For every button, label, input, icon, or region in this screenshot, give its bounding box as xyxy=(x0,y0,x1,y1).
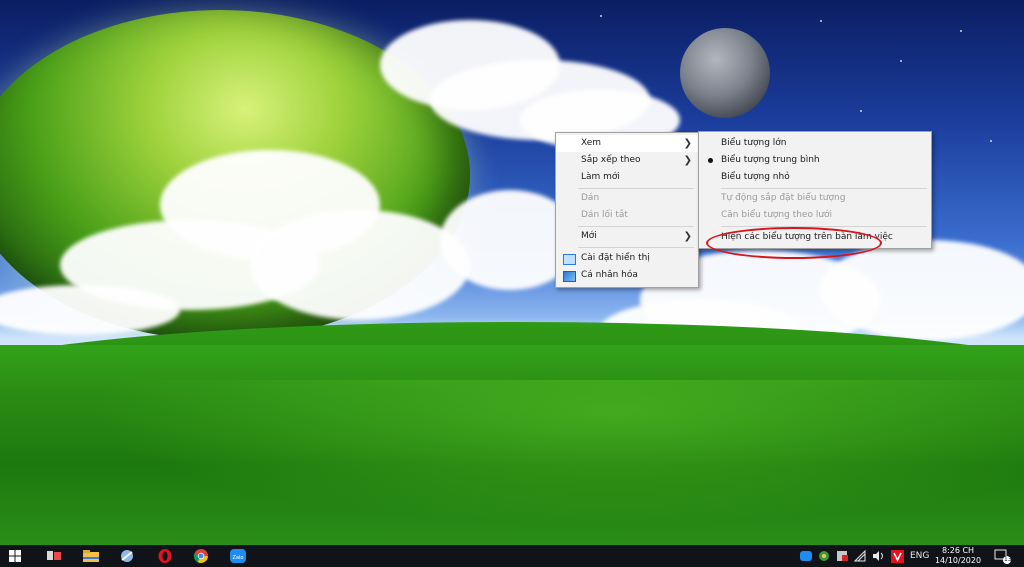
menu-item-label: Tự động sắp đặt biểu tượng xyxy=(721,193,846,203)
menu-item-view[interactable]: Xem ❯ xyxy=(556,135,698,152)
unikey-icon[interactable] xyxy=(891,549,904,563)
grass-highlight xyxy=(0,380,1024,545)
star xyxy=(900,60,902,62)
display-settings-icon xyxy=(563,254,576,265)
chrome-icon xyxy=(193,549,208,563)
file-explorer-button[interactable] xyxy=(82,547,100,565)
opera-button[interactable] xyxy=(156,547,174,565)
language-indicator[interactable]: ENG xyxy=(910,551,929,561)
personalize-icon xyxy=(563,271,576,282)
action-center-button[interactable]: 13 xyxy=(994,547,1012,565)
task-view-button[interactable] xyxy=(45,547,63,565)
menu-item-label: Làm mới xyxy=(581,172,620,182)
menu-item-personalize[interactable]: Cá nhân hóa xyxy=(556,267,698,284)
opera-icon xyxy=(158,549,172,563)
menu-item-label: Xem xyxy=(581,138,602,148)
chevron-right-icon: ❯ xyxy=(683,155,692,166)
cloud xyxy=(250,210,470,320)
desktop-wallpaper[interactable] xyxy=(0,0,1024,545)
menu-item-label: Dán xyxy=(581,193,600,203)
app-icon xyxy=(121,550,133,562)
menu-item-label: Sắp xếp theo xyxy=(581,155,641,165)
desktop-context-menu: Xem ❯ Sắp xếp theo ❯ Làm mới Dán Dán lối… xyxy=(555,132,699,288)
chrome-button[interactable] xyxy=(192,547,210,565)
menu-item-refresh[interactable]: Làm mới xyxy=(556,169,698,186)
menu-item-label: Cài đặt hiển thị xyxy=(581,253,650,263)
zalo-tray-icon[interactable] xyxy=(800,551,812,561)
submenu-item-align-to-grid[interactable]: Căn biểu tượng theo lưới xyxy=(699,207,931,224)
menu-item-label: Mới xyxy=(581,231,597,241)
defender-icon[interactable] xyxy=(818,550,830,562)
clock[interactable]: 8:26 CH 14/10/2020 xyxy=(930,546,986,566)
task-view-icon xyxy=(47,551,61,560)
submenu-item-large-icons[interactable]: Biểu tượng lớn xyxy=(699,135,931,152)
zalo-button[interactable]: Zalo xyxy=(229,547,247,565)
moon xyxy=(680,28,770,118)
menu-item-sort-by[interactable]: Sắp xếp theo ❯ xyxy=(556,152,698,169)
menu-item-label: Căn biểu tượng theo lưới xyxy=(721,210,833,220)
menu-separator xyxy=(721,226,927,227)
menu-item-paste-shortcut[interactable]: Dán lối tắt xyxy=(556,207,698,224)
menu-item-label: Biểu tượng lớn xyxy=(721,138,787,148)
start-icon xyxy=(9,550,21,562)
submenu-item-medium-icons[interactable]: Biểu tượng trung bình xyxy=(699,152,931,169)
menu-item-paste[interactable]: Dán xyxy=(556,190,698,207)
submenu-item-small-icons[interactable]: Biểu tượng nhỏ xyxy=(699,169,931,186)
svg-text:Zalo: Zalo xyxy=(233,555,244,561)
chevron-right-icon: ❯ xyxy=(683,231,692,242)
network-icon[interactable] xyxy=(854,550,866,562)
star xyxy=(820,20,822,22)
taskbar: Zalo ENG 8:26 CH 14/10/2020 13 xyxy=(0,545,1024,567)
red-annotation-ellipse xyxy=(706,227,882,259)
submenu-item-auto-arrange[interactable]: Tự động sắp đặt biểu tượng xyxy=(699,190,931,207)
volume-icon[interactable] xyxy=(872,550,885,562)
system-tray: ENG xyxy=(800,545,935,567)
app-button[interactable] xyxy=(118,547,136,565)
menu-item-display-settings[interactable]: Cài đặt hiển thị xyxy=(556,250,698,267)
zalo-icon: Zalo xyxy=(230,549,246,563)
star xyxy=(990,140,992,142)
menu-separator xyxy=(578,247,694,248)
star xyxy=(960,30,962,32)
clock-time: 8:26 CH xyxy=(941,546,975,555)
selected-bullet-icon xyxy=(708,158,713,163)
star xyxy=(860,110,862,112)
security-icon[interactable] xyxy=(836,550,848,562)
menu-separator xyxy=(578,226,694,227)
star xyxy=(600,15,602,17)
menu-separator xyxy=(721,188,927,189)
notification-badge: 13 xyxy=(1004,556,1012,563)
clock-date: 14/10/2020 xyxy=(934,556,982,565)
menu-item-label: Cá nhân hóa xyxy=(581,270,638,280)
chevron-right-icon: ❯ xyxy=(683,138,692,149)
menu-item-label: Biểu tượng trung bình xyxy=(721,155,820,165)
menu-item-new[interactable]: Mới ❯ xyxy=(556,228,698,245)
start-button[interactable] xyxy=(6,547,24,565)
menu-separator xyxy=(578,188,694,189)
menu-item-label: Dán lối tắt xyxy=(581,210,628,220)
menu-item-label: Biểu tượng nhỏ xyxy=(721,172,790,182)
file-explorer-icon xyxy=(83,550,99,562)
